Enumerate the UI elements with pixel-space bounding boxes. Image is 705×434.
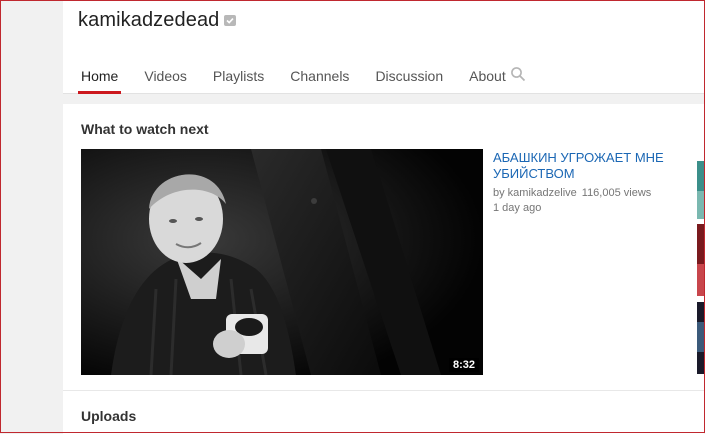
uploads-title: Uploads <box>81 408 137 424</box>
video-upload-age: 1 day ago <box>493 202 542 214</box>
next-thumbnail-partial-3[interactable] <box>697 302 704 374</box>
video-owner-link[interactable]: by kamikadzelive <box>493 187 577 199</box>
tab-channels[interactable]: Channels <box>290 62 349 94</box>
thumbnail-image <box>81 149 483 375</box>
tab-discussion[interactable]: Discussion <box>375 62 443 94</box>
next-thumbnail-partial-2[interactable] <box>697 224 704 296</box>
section-divider <box>63 390 704 391</box>
what-to-watch-title: What to watch next <box>81 121 209 137</box>
channel-title[interactable]: kamikadzedead <box>78 9 219 32</box>
featured-video-thumbnail[interactable]: 8:32 <box>81 149 483 375</box>
video-view-count: 116,005 views <box>581 187 652 199</box>
verified-badge-icon <box>224 15 236 26</box>
channel-header: kamikadzedead Home Videos Playlists Chan… <box>63 0 704 94</box>
tab-playlists[interactable]: Playlists <box>213 62 264 94</box>
video-duration-badge: 8:32 <box>448 358 479 372</box>
featured-video-title-link[interactable]: АБАШКИН УГРОЖАЕТ МНЕ УБИЙСТВОМ <box>493 150 683 182</box>
next-thumbnail-partial[interactable] <box>697 161 704 219</box>
tab-home[interactable]: Home <box>77 62 122 94</box>
channel-tabs: Home Videos Playlists Channels Discussio… <box>63 62 519 94</box>
tab-about[interactable]: About <box>469 62 506 94</box>
video-meta: by kamikadzelive 116,005 views 1 day ago <box>493 186 683 216</box>
search-icon[interactable] <box>510 66 526 82</box>
channel-content: What to watch next 8:32 АБАШКИН УГРОЖАЕТ… <box>63 104 704 434</box>
tab-videos[interactable]: Videos <box>144 62 187 94</box>
featured-video-info: АБАШКИН УГРОЖАЕТ МНЕ УБИЙСТВОМ by kamika… <box>493 150 683 216</box>
